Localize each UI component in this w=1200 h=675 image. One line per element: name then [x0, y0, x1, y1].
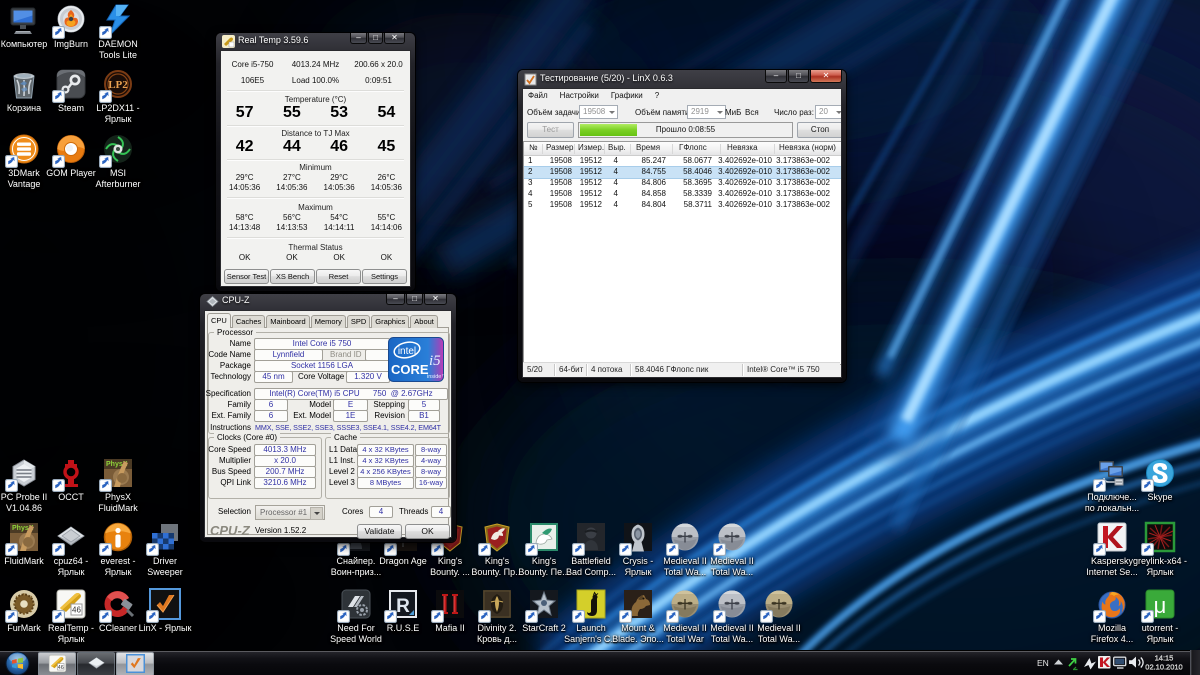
- svg-text:i5: i5: [429, 353, 441, 369]
- svg-text:μ: μ: [1154, 593, 1167, 618]
- svg-text:intel: intel: [398, 346, 416, 357]
- svg-text:inside™: inside™: [427, 374, 444, 380]
- svg-text:CORE: CORE: [391, 362, 429, 377]
- svg-text:02.10.2010: 02.10.2010: [1145, 663, 1182, 672]
- svg-text:46: 46: [57, 665, 63, 671]
- svg-text:46: 46: [72, 606, 81, 615]
- svg-text:EN: EN: [1037, 658, 1049, 668]
- svg-text:14:15: 14:15: [1155, 653, 1174, 662]
- svg-text:R: R: [396, 596, 410, 617]
